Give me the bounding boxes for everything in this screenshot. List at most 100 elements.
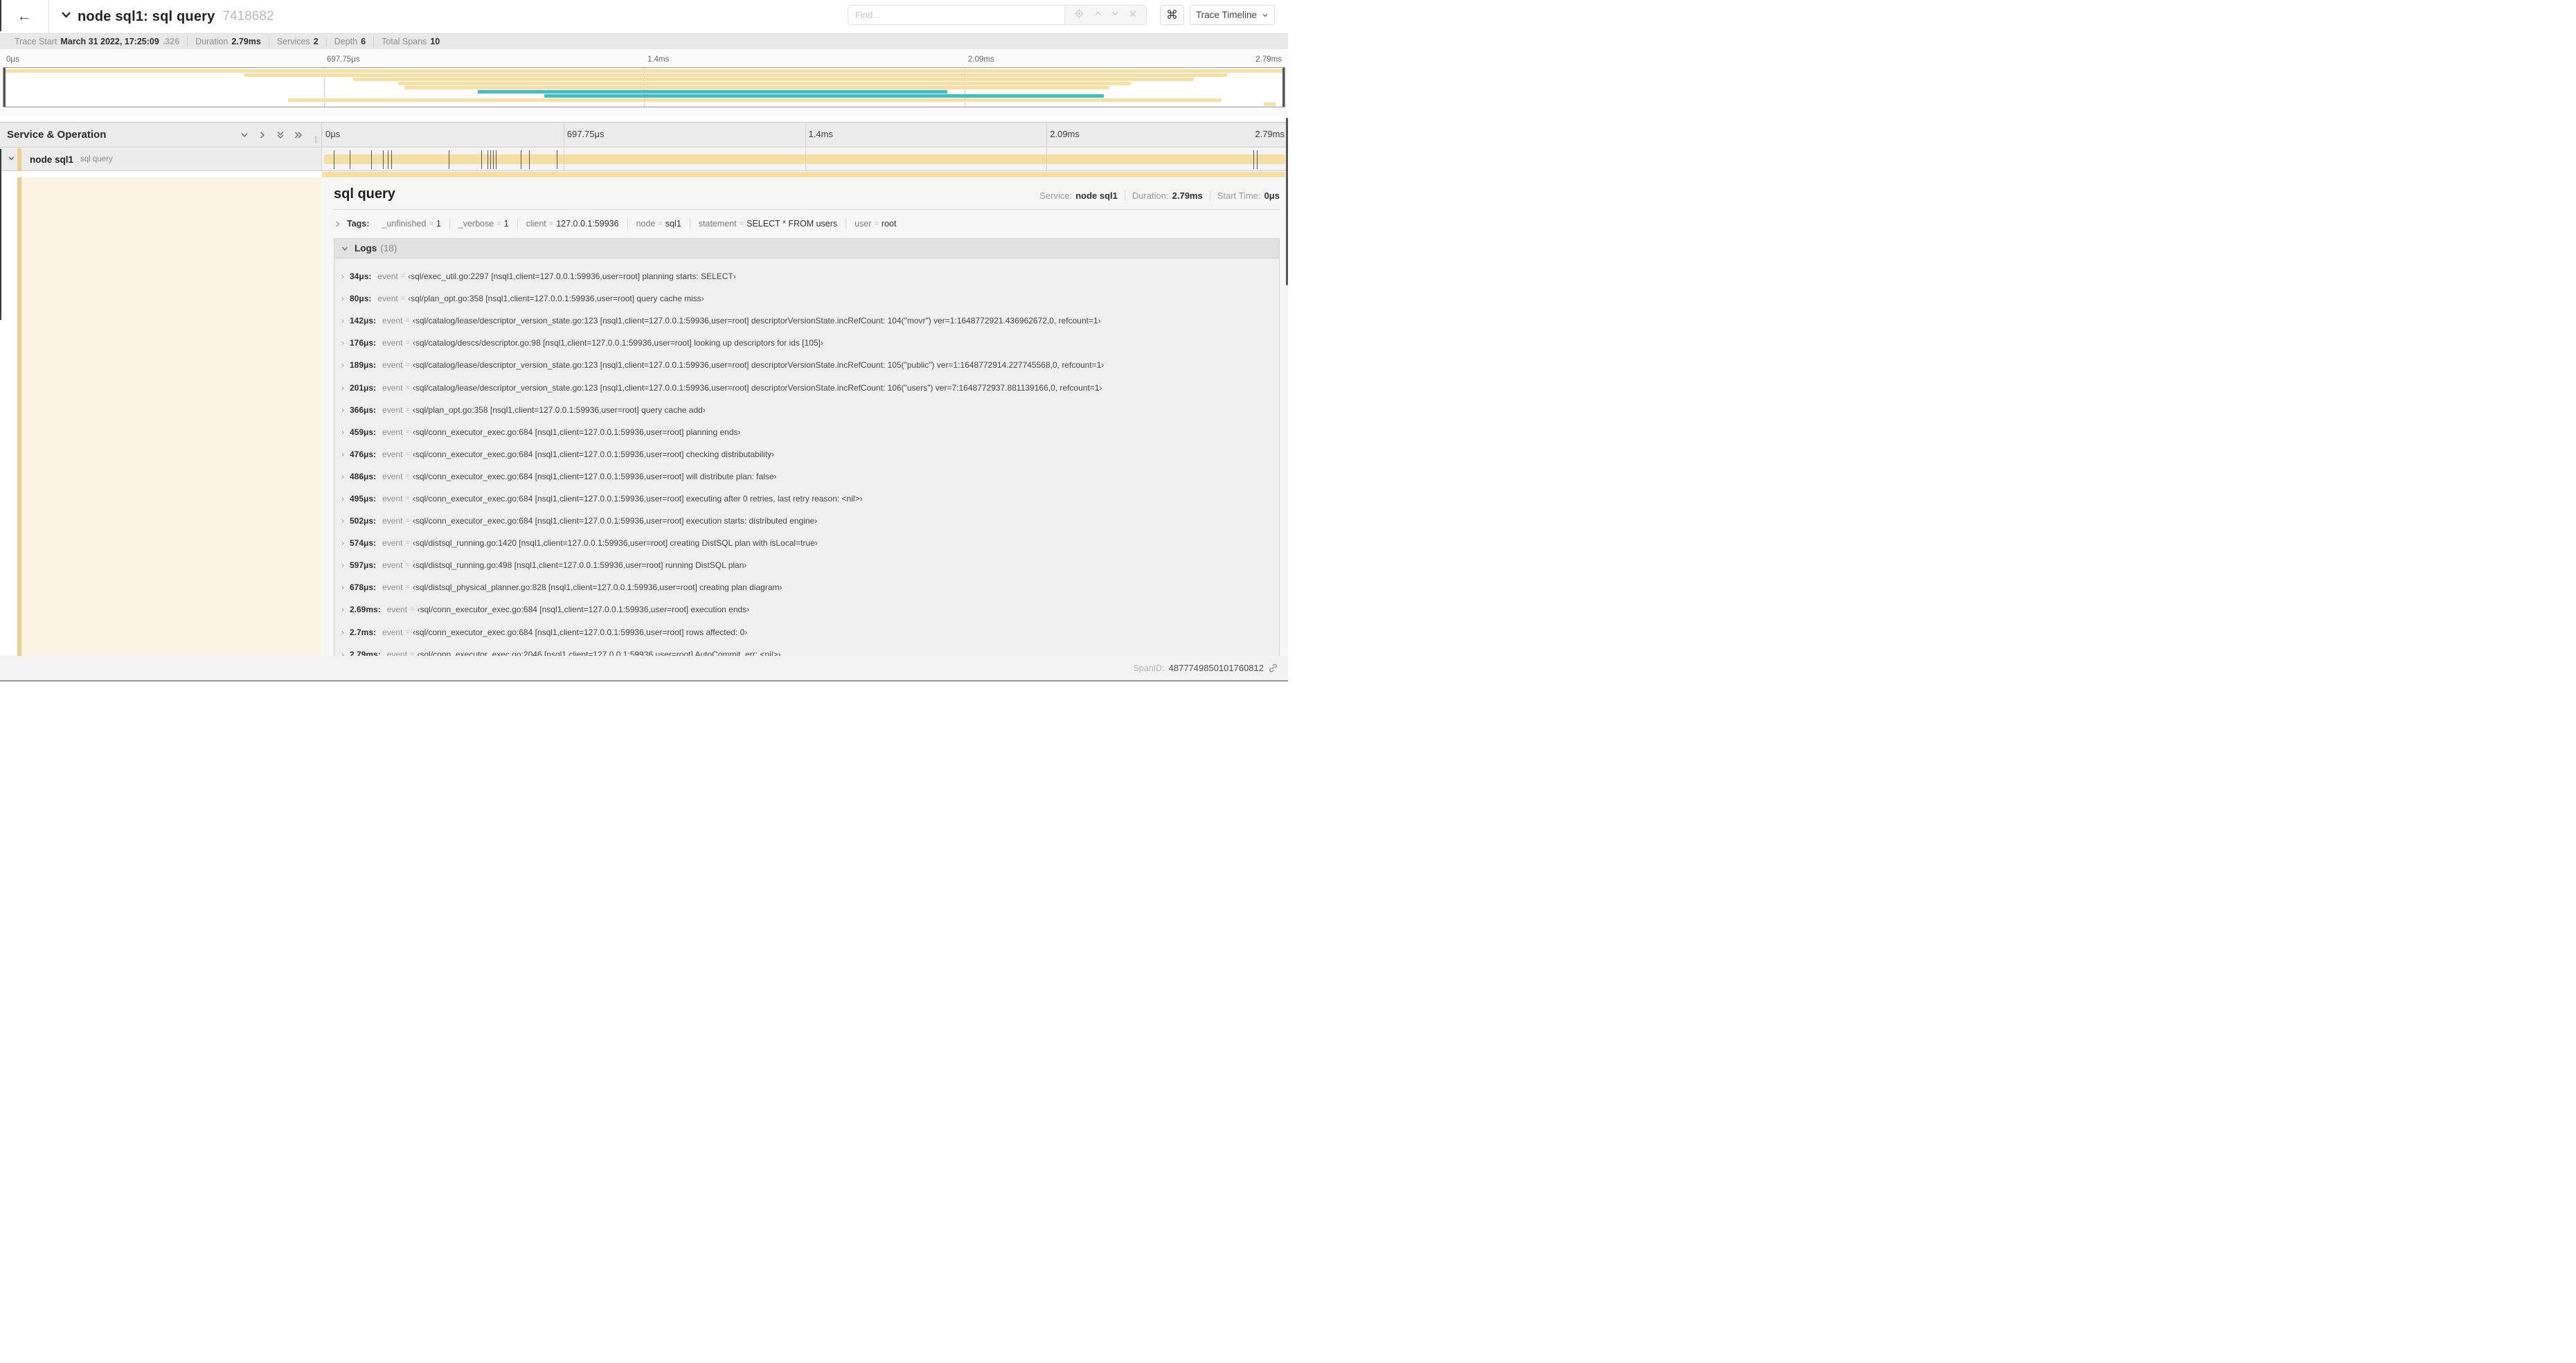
logs-header[interactable]: Logs (18) [334, 239, 1279, 258]
log-entry-row[interactable]: › 176μs: event = ‹sql/catalog/descs/descript… [334, 332, 1279, 354]
minimap-left-handle[interactable] [3, 68, 6, 107]
log-expander-icon: › [341, 382, 344, 393]
span-detail-bar-strip [322, 172, 1285, 177]
detail-left-column [21, 177, 322, 657]
prev-match-icon[interactable] [1093, 9, 1102, 21]
keyboard-shortcuts-button[interactable]: ⌘ [1160, 5, 1184, 25]
left-scrollbar-thumb-top[interactable] [0, 0, 1, 31]
tag-pill[interactable]: node = sql1 [628, 218, 690, 229]
log-timestamp: 495μs: [350, 493, 377, 504]
tag-pill[interactable]: statement = SELECT * FROM users [690, 218, 847, 229]
detail-meta-value: 0μs [1264, 190, 1280, 201]
log-entry-row[interactable]: › 2.69ms: event = ‹sql/conn_executor_exec.go… [334, 598, 1279, 621]
log-timestamp: 486μs: [350, 471, 377, 481]
log-entry-row[interactable]: › 142μs: event = ‹sql/catalog/lease/descript… [334, 310, 1279, 332]
log-expander-icon: › [341, 427, 344, 437]
log-event-value: ‹sql/conn_executor_exec.go:684 [nsql1,cl… [412, 471, 777, 481]
log-entry-row[interactable]: › 366μs: event = ‹sql/plan_opt.go:358 [nsql1… [334, 399, 1279, 421]
tag-equals: = [497, 220, 501, 228]
log-marker-tick [1257, 150, 1258, 169]
gridline [1046, 148, 1048, 170]
deep-link-icon[interactable] [1268, 663, 1278, 673]
back-button[interactable]: ← [0, 0, 49, 33]
right-scrollbar-thumb[interactable] [1286, 118, 1288, 285]
trace-meta-item: Trace Start March 31 2022, 17:25:09.326 [7, 37, 188, 46]
log-marker-tick [528, 150, 530, 169]
expand-all-icon[interactable] [294, 130, 303, 140]
next-match-icon[interactable] [1111, 9, 1120, 21]
tag-pill[interactable]: _unfinished = 1 [373, 218, 450, 229]
tag-key: statement [698, 219, 737, 229]
log-entry-row[interactable]: › 80μs: event = ‹sql/plan_opt.go:358 [nsql1,… [334, 287, 1279, 310]
service-operation-header: Service & Operation ∥ [0, 123, 322, 147]
meta-label: Duration [195, 37, 229, 46]
meta-value: 2 [313, 37, 319, 46]
collapse-one-icon[interactable] [240, 130, 249, 140]
collapse-span-icon[interactable] [8, 153, 15, 166]
trace-view-select[interactable]: Trace Timeline [1190, 5, 1275, 25]
expand-one-icon[interactable] [258, 130, 267, 140]
log-timestamp: 142μs: [350, 316, 377, 326]
span-row-name-cell[interactable]: node sql1 sql query [0, 148, 322, 170]
log-entry-row[interactable]: › 459μs: event = ‹sql/conn_executor_exec.go:… [334, 421, 1279, 443]
log-field-name: event [382, 338, 403, 348]
log-equals: = [405, 405, 410, 414]
tag-equals: = [874, 220, 879, 228]
log-expander-icon: › [341, 627, 344, 637]
log-marker-tick [382, 150, 384, 169]
time-tick-label: 0μs [325, 129, 341, 139]
log-field-name: event [382, 471, 403, 481]
locate-icon[interactable] [1074, 8, 1084, 22]
log-equals: = [410, 605, 415, 614]
log-entry-row[interactable]: › 486μs: event = ‹sql/conn_executor_exec.go:… [334, 465, 1279, 488]
timeline-minimap: 0μs 697.75μs 1.4ms 2.09ms 2.79ms [0, 49, 1288, 116]
tag-value: 1 [503, 219, 509, 229]
log-entry-row[interactable]: › 597μs: event = ‹sql/distsql_running.go:498… [334, 554, 1279, 576]
detail-meta-value: node sql1 [1075, 190, 1118, 201]
minimap-canvas[interactable] [3, 67, 1285, 107]
find-input[interactable] [848, 6, 1064, 24]
trace-id: 7418682 [222, 9, 274, 24]
log-entry-row[interactable]: › 574μs: event = ‹sql/distsql_running.go:142… [334, 532, 1279, 554]
log-entry-row[interactable]: › 495μs: event = ‹sql/conn_executor_exec.go:… [334, 488, 1279, 510]
timeline-header: Service & Operation ∥ 0μs 697.75μs 1.4ms 2.… [0, 122, 1288, 148]
log-entry-row[interactable]: › 678μs: event = ‹sql/distsql_physical_plann… [334, 576, 1279, 598]
tags-row[interactable]: Tags: _unfinished = 1 _verbose = 1 client = 127.… [334, 218, 1280, 229]
collapse-trace-icon[interactable] [61, 10, 71, 24]
log-marker-tick [481, 150, 483, 169]
log-entry-row[interactable]: › 502μs: event = ‹sql/conn_executor_exec.go:… [334, 510, 1279, 532]
clear-find-icon[interactable] [1129, 9, 1137, 21]
span-row: node sql1 sql query [0, 148, 1288, 171]
log-entry-row[interactable]: › 476μs: event = ‹sql/conn_executor_exec.go:… [334, 443, 1279, 465]
log-entry-row[interactable]: › 201μs: event = ‹sql/catalog/lease/descript… [334, 376, 1279, 398]
log-expander-icon: › [341, 271, 344, 282]
log-event-value: ‹sql/catalog/lease/descriptor_version_st… [412, 382, 1102, 393]
minimap-right-handle[interactable] [1282, 68, 1285, 107]
timeline-ruler: 0μs 697.75μs 1.4ms 2.09ms 2.79ms [322, 123, 1288, 147]
log-expander-icon: › [341, 516, 344, 526]
left-scrollbar-thumb[interactable] [0, 149, 1, 320]
log-equals: = [405, 472, 410, 481]
tag-pill[interactable]: client = 127.0.0.1:59936 [518, 218, 628, 229]
trace-meta-bar: Trace Start March 31 2022, 17:25:09.326 Du… [0, 33, 1288, 49]
log-event-value: ‹sql/conn_executor_exec.go:684 [nsql1,cl… [412, 449, 775, 459]
log-field-name: event [382, 360, 403, 371]
log-entry-row[interactable]: › 34μs: event = ‹sql/exec_util.go:2297 [nsql… [334, 265, 1279, 287]
tag-pill[interactable]: _verbose = 1 [450, 218, 518, 229]
gridline [805, 123, 806, 147]
meta-value: 2.79ms [231, 37, 261, 46]
tag-pill[interactable]: user = root [846, 218, 904, 229]
span-detail-meta: Service: node sql1 Duration: 2.79ms Start Ti… [1032, 190, 1280, 202]
collapse-all-icon[interactable] [276, 130, 285, 140]
tag-value: SELECT * FROM users [746, 219, 838, 229]
log-field-name: event [382, 427, 403, 437]
log-timestamp: 80μs: [350, 294, 372, 304]
meta-label: Depth [334, 37, 358, 46]
column-resize-grip[interactable]: ∥ [314, 135, 319, 144]
log-entry-row[interactable]: › 2.7ms: event = ‹sql/conn_executor_exec.go:… [334, 621, 1279, 643]
log-timestamp: 476μs: [350, 449, 377, 459]
log-expander-icon: › [341, 294, 344, 304]
log-entry-row[interactable]: › 189μs: event = ‹sql/catalog/lease/descript… [334, 354, 1279, 376]
log-event-value: ‹sql/conn_executor_exec.go:684 [nsql1,cl… [412, 493, 863, 504]
span-detail-title: sql query [334, 186, 395, 202]
